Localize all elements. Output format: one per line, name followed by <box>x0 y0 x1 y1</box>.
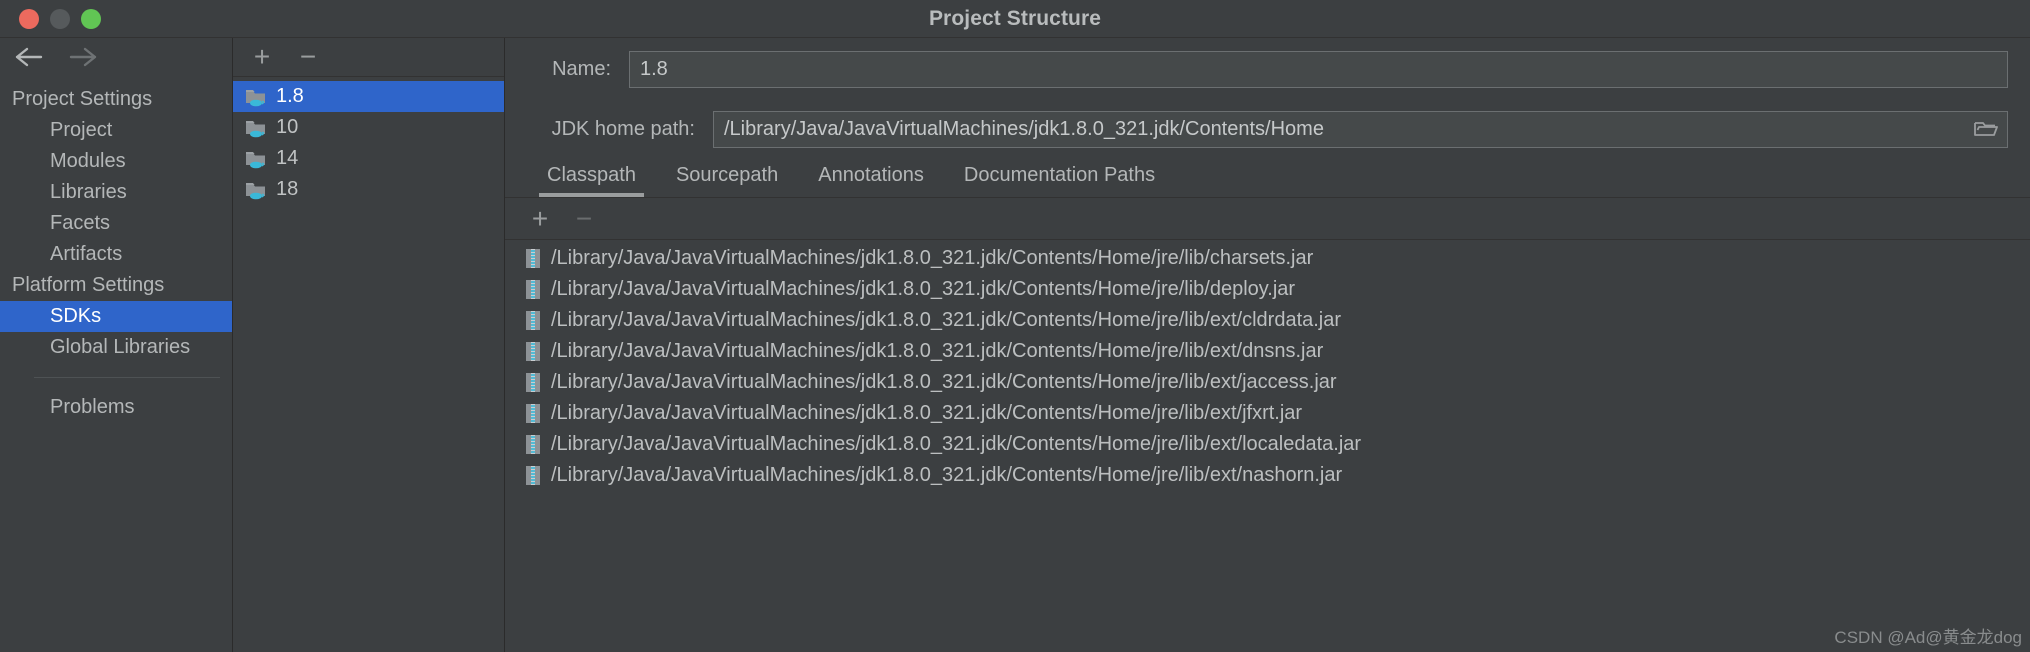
jar-archive-icon <box>525 279 541 300</box>
sdk-item-label: 18 <box>276 178 299 200</box>
arrow-left-icon[interactable] <box>12 44 46 70</box>
list-item[interactable]: /Library/Java/JavaVirtualMachines/jdk1.8… <box>505 429 2030 460</box>
sidebar-item-label: Problems <box>50 396 135 418</box>
tab-documentation-paths[interactable]: Documentation Paths <box>944 164 1175 197</box>
sdk-item-18[interactable]: 18 <box>233 174 504 205</box>
sdk-item-14[interactable]: 14 <box>233 143 504 174</box>
list-item[interactable]: /Library/Java/JavaVirtualMachines/jdk1.8… <box>505 398 2030 429</box>
sidebar-item-label: Facets <box>50 212 111 234</box>
name-input[interactable]: 1.8 <box>629 50 2008 88</box>
watermark: CSDN @Ad@黄金龙dog <box>1834 628 2022 647</box>
sdk-item-label: 1.8 <box>276 85 304 107</box>
sdk-item-label: 14 <box>276 147 299 169</box>
add-sdk-button[interactable]: + <box>247 42 277 72</box>
remove-classpath-button[interactable]: − <box>569 204 599 234</box>
sidebar-item-label: Project Settings <box>12 88 153 110</box>
classpath-toolbar: + − <box>505 198 2030 240</box>
list-item[interactable]: /Library/Java/JavaVirtualMachines/jdk1.8… <box>505 274 2030 305</box>
sdk-item-10[interactable]: 10 <box>233 112 504 143</box>
sdk-items: 1.8 10 14 18 <box>233 77 504 205</box>
arrow-right-icon[interactable] <box>66 44 100 70</box>
jdk-folder-icon <box>245 149 267 169</box>
sidebar-item-label: Platform Settings <box>12 274 165 296</box>
list-item[interactable]: /Library/Java/JavaVirtualMachines/jdk1.8… <box>505 243 2030 274</box>
sdk-detail-pane: Name: 1.8 JDK home path: /Library/Java/J… <box>505 38 2030 652</box>
classpath-entry-path: /Library/Java/JavaVirtualMachines/jdk1.8… <box>551 464 1343 486</box>
sidebar-item-libraries[interactable]: Libraries <box>0 177 232 208</box>
list-item[interactable]: /Library/Java/JavaVirtualMachines/jdk1.8… <box>505 336 2030 367</box>
sidebar-item-label: Modules <box>50 150 126 172</box>
project-structure-window: Project Structure Project Settings Proje… <box>0 0 2030 652</box>
classpath-entry-path: /Library/Java/JavaVirtualMachines/jdk1.8… <box>551 433 1362 455</box>
sidebar-divider <box>34 377 220 378</box>
sidebar-item-platform-settings[interactable]: Platform Settings <box>0 270 232 301</box>
jdk-folder-icon <box>245 118 267 138</box>
window-title: Project Structure <box>928 6 1102 30</box>
jar-archive-icon <box>525 248 541 269</box>
jar-archive-icon <box>525 372 541 393</box>
name-field-row: Name: 1.8 <box>505 38 2030 100</box>
tab-annotations[interactable]: Annotations <box>798 164 944 197</box>
tab-classpath[interactable]: Classpath <box>527 164 656 197</box>
sidebar-item-label: Project <box>50 119 113 141</box>
sidebar-item-facets[interactable]: Facets <box>0 208 232 239</box>
sidebar-item-label: Global Libraries <box>50 336 191 358</box>
classpath-entry-path: /Library/Java/JavaVirtualMachines/jdk1.8… <box>551 340 1324 362</box>
add-classpath-button[interactable]: + <box>525 204 555 234</box>
sidebar-item-label: Artifacts <box>50 243 123 265</box>
jdk-folder-icon <box>245 87 267 107</box>
list-item[interactable]: /Library/Java/JavaVirtualMachines/jdk1.8… <box>505 367 2030 398</box>
tab-sourcepath[interactable]: Sourcepath <box>656 164 798 197</box>
navigation-arrows <box>0 38 232 76</box>
sidebar-item-global-libraries[interactable]: Global Libraries <box>0 332 232 363</box>
classpath-entry-path: /Library/Java/JavaVirtualMachines/jdk1.8… <box>551 371 1337 393</box>
title-bar: Project Structure <box>0 0 2030 38</box>
sidebar-item-project-settings[interactable]: Project Settings <box>0 84 232 115</box>
classpath-entry-path: /Library/Java/JavaVirtualMachines/jdk1.8… <box>551 402 1303 424</box>
jdk-folder-icon <box>245 180 267 200</box>
sdk-item-1-8[interactable]: 1.8 <box>233 81 504 112</box>
sidebar-item-label: SDKs <box>50 305 102 327</box>
sidebar-item-sdks[interactable]: SDKs <box>0 301 232 332</box>
sidebar-item-modules[interactable]: Modules <box>0 146 232 177</box>
window-body: Project Settings Project Modules Librari… <box>0 38 2030 652</box>
settings-nav-list: Project Settings Project Modules Librari… <box>0 76 232 423</box>
list-item[interactable]: /Library/Java/JavaVirtualMachines/jdk1.8… <box>505 460 2030 491</box>
remove-sdk-button[interactable]: − <box>293 42 323 72</box>
jdk-home-path-row: JDK home path: /Library/Java/JavaVirtual… <box>505 100 2030 158</box>
sdk-list-toolbar: + − <box>233 38 504 77</box>
sidebar-item-problems[interactable]: Problems <box>0 392 232 423</box>
jar-archive-icon <box>525 310 541 331</box>
sidebar-item-artifacts[interactable]: Artifacts <box>0 239 232 270</box>
sdk-list-panel: + − 1.8 10 14 18 <box>233 38 505 652</box>
classpath-entry-path: /Library/Java/JavaVirtualMachines/jdk1.8… <box>551 247 1314 269</box>
jdk-home-path-label: JDK home path: <box>551 117 695 140</box>
settings-sidebar: Project Settings Project Modules Librari… <box>0 38 233 652</box>
jdk-home-path-input[interactable]: /Library/Java/JavaVirtualMachines/jdk1.8… <box>713 110 2008 148</box>
name-label: Name: <box>552 57 611 80</box>
sidebar-item-project[interactable]: Project <box>0 115 232 146</box>
jdk-home-path-value: /Library/Java/JavaVirtualMachines/jdk1.8… <box>724 117 1324 140</box>
classpath-entry-path: /Library/Java/JavaVirtualMachines/jdk1.8… <box>551 309 1342 331</box>
classpath-entry-path: /Library/Java/JavaVirtualMachines/jdk1.8… <box>551 278 1296 300</box>
classpath-list[interactable]: /Library/Java/JavaVirtualMachines/jdk1.8… <box>505 240 2030 652</box>
jar-archive-icon <box>525 434 541 455</box>
jar-archive-icon <box>525 341 541 362</box>
jar-archive-icon <box>525 465 541 486</box>
sdk-detail-tabs: Classpath Sourcepath Annotations Documen… <box>505 158 2030 198</box>
list-item[interactable]: /Library/Java/JavaVirtualMachines/jdk1.8… <box>505 305 2030 336</box>
sidebar-item-label: Libraries <box>50 181 127 203</box>
folder-open-icon[interactable] <box>1965 112 2007 147</box>
sdk-item-label: 10 <box>276 116 299 138</box>
jar-archive-icon <box>525 403 541 424</box>
